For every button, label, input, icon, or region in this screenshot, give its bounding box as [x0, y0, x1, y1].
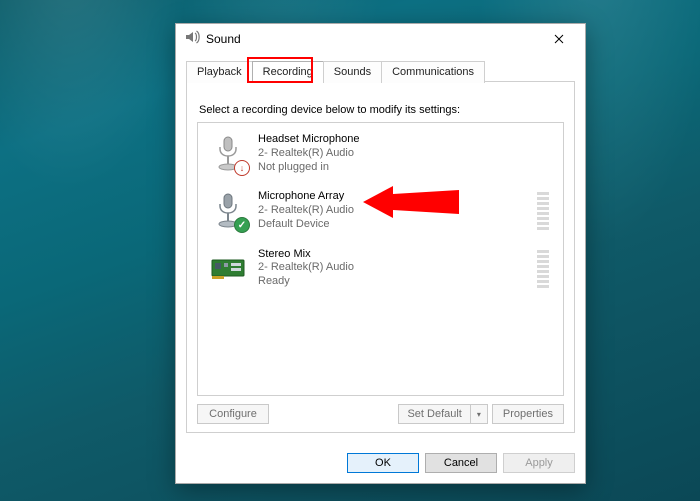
close-icon [554, 34, 564, 44]
tab-communications[interactable]: Communications [381, 61, 485, 83]
device-status: Not plugged in [258, 161, 553, 175]
window-title: Sound [206, 32, 537, 46]
device-item-headset-mic[interactable]: Headset Microphone 2- Realtek(R) Audio N… [200, 125, 561, 182]
set-default-button[interactable]: Set Default ▾ [398, 404, 487, 424]
device-list[interactable]: Headset Microphone 2- Realtek(R) Audio N… [197, 122, 564, 396]
apply-button[interactable]: Apply [503, 453, 575, 473]
tab-bar: Playback Recording Sounds Communications [186, 60, 575, 82]
status-badge-ok-icon [234, 217, 250, 233]
instruction-text: Select a recording device below to modif… [199, 104, 562, 116]
titlebar: Sound [176, 24, 585, 54]
set-default-label: Set Default [399, 405, 470, 423]
device-desc: 2- Realtek(R) Audio [258, 204, 527, 218]
device-name: Microphone Array [258, 190, 527, 204]
dialog-body: Playback Recording Sounds Communications… [176, 54, 585, 443]
level-meter [537, 248, 549, 288]
sound-dialog: Sound Playback Recording Sounds Communic… [175, 23, 586, 484]
device-status: Default Device [258, 218, 527, 232]
device-actions: Configure Set Default ▾ Properties [197, 404, 564, 424]
device-desc: 2- Realtek(R) Audio [258, 147, 553, 161]
tab-playback[interactable]: Playback [186, 61, 253, 83]
properties-button[interactable]: Properties [492, 404, 564, 424]
device-item-stereo-mix[interactable]: Stereo Mix 2- Realtek(R) Audio Ready [200, 240, 561, 297]
device-desc: 2- Realtek(R) Audio [258, 261, 527, 275]
device-name: Stereo Mix [258, 248, 527, 262]
device-item-mic-array[interactable]: Microphone Array 2- Realtek(R) Audio Def… [200, 182, 561, 239]
tab-recording[interactable]: Recording [252, 61, 324, 83]
level-meter [537, 190, 549, 230]
chevron-down-icon[interactable]: ▾ [471, 405, 487, 423]
configure-button[interactable]: Configure [197, 404, 269, 424]
mic-icon [208, 133, 248, 173]
dialog-footer: OK Cancel Apply [176, 443, 585, 483]
cancel-button[interactable]: Cancel [425, 453, 497, 473]
tab-sounds[interactable]: Sounds [323, 61, 382, 83]
close-button[interactable] [537, 25, 581, 53]
mic-icon [208, 190, 248, 230]
tab-content: Select a recording device below to modif… [186, 81, 575, 433]
app-icon [184, 29, 200, 50]
status-badge-error-icon [234, 160, 250, 176]
card-icon [208, 248, 248, 288]
device-status: Ready [258, 275, 527, 289]
device-name: Headset Microphone [258, 133, 553, 147]
ok-button[interactable]: OK [347, 453, 419, 473]
